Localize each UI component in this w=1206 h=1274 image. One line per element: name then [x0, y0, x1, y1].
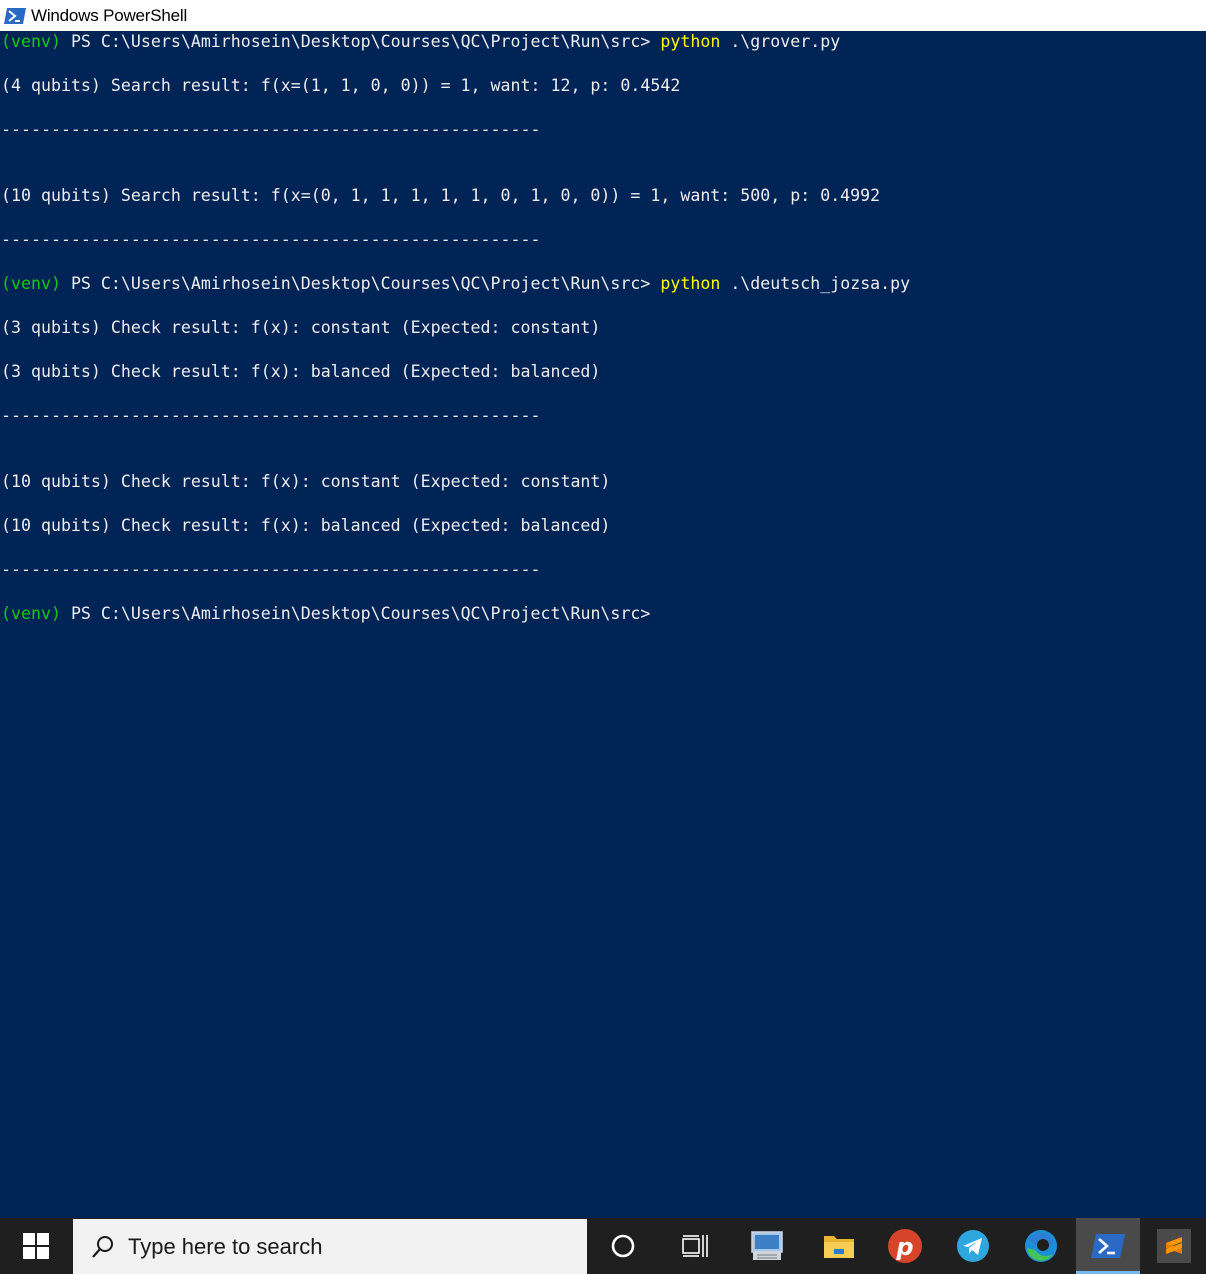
console-text: .\deutsch_jozsa.py: [720, 274, 911, 293]
command-name: python: [660, 32, 721, 51]
telegram-button[interactable]: [940, 1218, 1006, 1274]
cortana-icon: [611, 1234, 635, 1258]
venv-prefix: (venv): [1, 274, 61, 293]
windows-logo-icon: [23, 1233, 49, 1259]
file-explorer-icon: [824, 1236, 854, 1258]
command-name: python: [660, 274, 721, 293]
console-line: (10 qubits) Search result: f(x=(0, 1, 1,…: [1, 185, 1205, 207]
task-view-icon: [682, 1235, 708, 1257]
console-text: (10 qubits) Check result: f(x): balanced…: [1, 516, 611, 535]
remote-desktop-button[interactable]: [734, 1218, 800, 1274]
console-line: (3 qubits) Check result: f(x): constant …: [1, 317, 1205, 339]
sublime-text-button[interactable]: [1142, 1218, 1206, 1274]
start-button[interactable]: [0, 1218, 72, 1274]
console-text: ----------------------------------------…: [1, 230, 541, 249]
powershell-window[interactable]: Windows PowerShell (venv) PS C:\Users\Am…: [0, 0, 1206, 1218]
console-text: ----------------------------------------…: [1, 120, 541, 139]
console-line: (10 qubits) Check result: f(x): balanced…: [1, 515, 1205, 537]
console-line: ----------------------------------------…: [1, 119, 1205, 141]
powershell-icon: [4, 7, 26, 24]
console-text: (3 qubits) Check result: f(x): constant …: [1, 318, 601, 337]
psiphon-button[interactable]: p: [872, 1218, 938, 1274]
search-icon: [92, 1235, 113, 1258]
console-text: ----------------------------------------…: [1, 560, 541, 579]
console-text: (10 qubits) Search result: f(x=(0, 1, 1,…: [1, 186, 881, 205]
console-text: (10 qubits) Check result: f(x): constant…: [1, 472, 611, 491]
console-line: ----------------------------------------…: [1, 559, 1205, 581]
title-bar[interactable]: Windows PowerShell: [0, 0, 1206, 31]
powershell-taskbar-button[interactable]: [1076, 1218, 1140, 1274]
search-box[interactable]: Type here to search: [73, 1219, 587, 1274]
venv-prefix: (venv): [1, 604, 61, 623]
venv-prefix: (venv): [1, 32, 61, 51]
svg-text:p: p: [895, 1233, 913, 1261]
console-line: (10 qubits) Check result: f(x): constant…: [1, 471, 1205, 493]
psiphon-icon: p: [888, 1229, 922, 1263]
console-text: PS C:\Users\Amirhosein\Desktop\Courses\Q…: [60, 32, 661, 51]
console-line: (4 qubits) Search result: f(x=(1, 1, 0, …: [1, 75, 1205, 97]
telegram-icon: [957, 1230, 989, 1262]
console-text: ----------------------------------------…: [1, 406, 541, 425]
remote-desktop-icon: [751, 1231, 783, 1260]
taskbar: Type here to search p: [0, 1218, 1206, 1274]
powershell-icon: [1091, 1234, 1125, 1258]
console-text: (3 qubits) Check result: f(x): balanced …: [1, 362, 601, 381]
console-text: PS C:\Users\Amirhosein\Desktop\Courses\Q…: [60, 604, 651, 623]
window-title: Windows PowerShell: [31, 5, 188, 25]
console-text: (4 qubits) Search result: f(x=(1, 1, 0, …: [1, 76, 681, 95]
edge-button[interactable]: [1008, 1218, 1074, 1274]
file-explorer-button[interactable]: [806, 1218, 872, 1274]
cortana-button[interactable]: [590, 1218, 656, 1274]
console-line: (venv) PS C:\Users\Amirhosein\Desktop\Co…: [1, 31, 1205, 53]
console-output[interactable]: (venv) PS C:\Users\Amirhosein\Desktop\Co…: [1, 31, 1205, 1218]
console-line: (venv) PS C:\Users\Amirhosein\Desktop\Co…: [1, 273, 1205, 295]
console-line: ----------------------------------------…: [1, 405, 1205, 427]
console-text: .\grover.py: [720, 32, 841, 51]
search-placeholder: Type here to search: [128, 1233, 323, 1259]
sublime-text-icon: [1157, 1229, 1191, 1263]
console-line: (3 qubits) Check result: f(x): balanced …: [1, 361, 1205, 383]
edge-icon: [1025, 1230, 1057, 1262]
console-line: ----------------------------------------…: [1, 229, 1205, 251]
console-line: (venv) PS C:\Users\Amirhosein\Desktop\Co…: [1, 603, 1205, 625]
task-view-button[interactable]: [662, 1218, 728, 1274]
console-text: PS C:\Users\Amirhosein\Desktop\Courses\Q…: [60, 274, 661, 293]
